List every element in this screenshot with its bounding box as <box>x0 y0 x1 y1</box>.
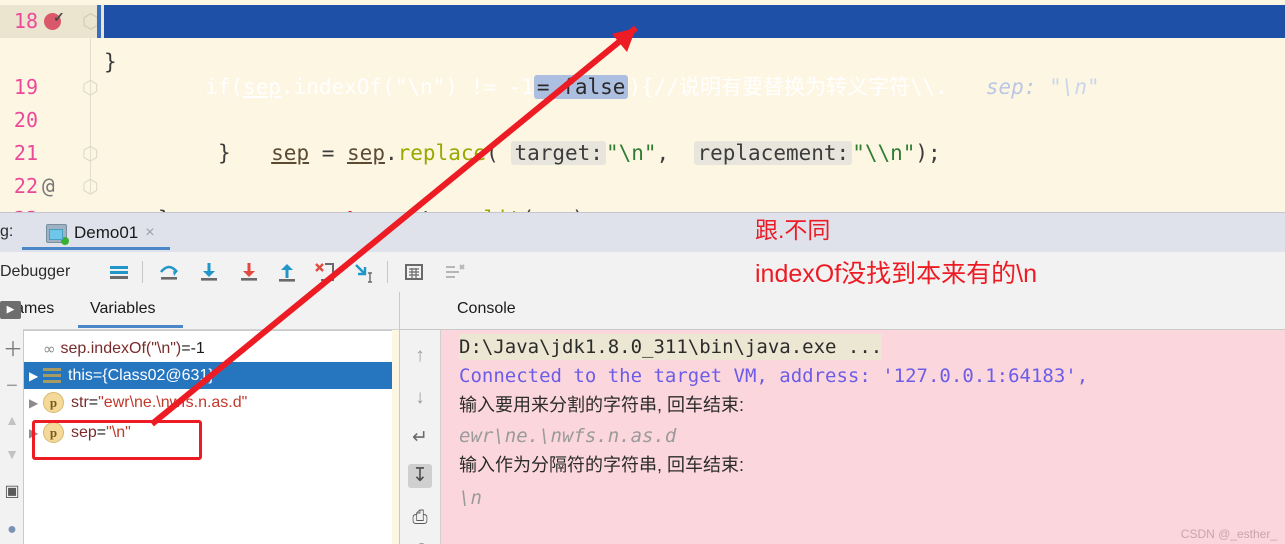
close-icon[interactable]: × <box>145 224 154 242</box>
run-tab-label: Demo01 <box>74 223 139 242</box>
move-down-icon[interactable]: ▼ <box>3 445 21 463</box>
force-step-into-icon[interactable] <box>237 260 261 284</box>
debug-panes-tabbar: Frames Variables ▶ Console <box>0 292 1285 330</box>
show-execution-point-icon[interactable] <box>107 260 131 284</box>
code-line-19[interactable]: 19 sep = sep.replace( target: "\n", repla… <box>0 38 1285 165</box>
run-to-cursor-icon[interactable] <box>351 260 375 284</box>
drop-frame-icon[interactable] <box>313 260 337 284</box>
console-line-prompt: 输入要用来分割的字符串, 回车结束: <box>459 395 745 415</box>
console-left-toolbar: ↑ ↓ ↵ ↧ ⎙ ⎙ <box>400 329 441 544</box>
console-output[interactable]: D:\Java\jdk1.8.0_311\bin\java.exe ... Co… <box>441 329 1285 544</box>
tab-console[interactable]: Console <box>457 300 516 318</box>
print-icon[interactable]: ⎙ <box>408 506 432 530</box>
line-number: 23 <box>0 203 38 212</box>
console-line-user-input: \n <box>459 487 482 509</box>
step-into-icon[interactable] <box>197 260 221 284</box>
debugger-toolbar: Debugger <box>0 252 1285 293</box>
equals-sign: = <box>181 339 191 357</box>
annotation-note-line-1: 跟.不同 <box>755 217 831 243</box>
step-out-icon[interactable] <box>275 260 299 284</box>
console-line-user-input: ewr\ne.\nwfs.n.as.d <box>459 425 677 447</box>
variable-value: {Class02@631} <box>102 366 214 384</box>
application-icon <box>46 223 69 245</box>
variable-value: "ewr\ne.\nwfs.n.as.d" <box>98 393 248 411</box>
debugger-pane-title[interactable]: Debugger <box>0 263 70 281</box>
debug-window-label: g: <box>0 223 14 240</box>
console-icon[interactable]: ▶ <box>0 301 21 319</box>
code-line-23[interactable]: 23 @ public char[] toChar(String[] str){ <box>0 170 1285 212</box>
variable-name: str <box>71 393 89 411</box>
run-configuration-tab-demo01[interactable]: Demo01 × <box>38 215 163 251</box>
p-badge-icon: p <box>43 392 64 413</box>
expand-arrow-icon[interactable]: ▶ <box>29 396 43 410</box>
execution-point-marker <box>97 5 101 38</box>
watermark: CSDN @_esther_ <box>1180 527 1277 541</box>
code-line-22[interactable]: 22 } <box>0 137 1285 212</box>
inspect-icon[interactable]: ● <box>3 521 21 539</box>
annotation-highlight-box-sep <box>32 420 202 460</box>
fold-collapse-icon[interactable]: ⬡ <box>82 176 99 199</box>
line-number: 18 <box>13 9 38 33</box>
clear-all-icon[interactable]: ⎙ <box>408 540 432 544</box>
active-tab-underline <box>22 247 170 250</box>
remove-watch-icon[interactable]: − <box>3 376 21 396</box>
equals-sign: = <box>92 366 103 384</box>
toolbar-separator <box>387 261 388 283</box>
scroll-down-icon[interactable]: ↓ <box>408 386 432 410</box>
fold-collapse-icon[interactable]: ⬡ <box>82 77 99 100</box>
copy-value-icon[interactable]: ▣ <box>3 483 21 501</box>
variable-name: this <box>68 366 93 384</box>
tab-variables[interactable]: Variables <box>90 300 156 318</box>
mute-breakpoints-icon[interactable] <box>442 260 466 284</box>
console-line-system: Connected to the target VM, address: '12… <box>459 365 1089 387</box>
watch-value: -1 <box>190 339 205 357</box>
soft-wrap-icon[interactable]: ↵ <box>408 426 432 450</box>
ide-debug-screenshot: 17 } if(sep.indexOf("\n") != -1= false){… <box>0 0 1285 544</box>
variable-row-this[interactable]: ▶ this = {Class02@631} <box>24 362 392 389</box>
code-line-18-current[interactable]: if(sep.indexOf("\n") != -1 = false){//说明有… <box>104 5 1285 99</box>
console-line-prompt: 输入作为分隔符的字符串, 回车结束: <box>459 455 745 475</box>
variables-left-toolbar: ＋ − ▲ ▼ ▣ ● <box>0 329 24 544</box>
code-line-20[interactable]: 20 } <box>0 71 1285 165</box>
move-up-icon[interactable]: ▲ <box>3 411 21 429</box>
code-line-21[interactable]: 21 return str.split(sep); <box>0 104 1285 212</box>
scroll-to-end-icon[interactable]: ↧ <box>408 464 432 488</box>
expand-arrow-icon[interactable]: ▶ <box>29 369 43 383</box>
add-watch-icon[interactable]: ＋ <box>3 340 23 360</box>
toolbar-separator <box>142 261 143 283</box>
debug-tool-window-tabbar: g: Demo01 × <box>0 212 1285 253</box>
breakpoint-verified-check-icon: ✓ <box>53 9 65 25</box>
console-line-command: D:\Java\jdk1.8.0_311\bin\java.exe ... <box>459 334 883 360</box>
watch-expression: sep.indexOf("\n") <box>60 339 182 357</box>
fold-collapse-icon[interactable]: ⬡ <box>82 143 99 166</box>
annotation-note-line-2: indexOf没找到本来有的\n <box>755 260 1038 288</box>
equals-sign: = <box>88 393 99 411</box>
evaluate-expression-icon[interactable] <box>402 260 426 284</box>
scroll-up-icon[interactable]: ↑ <box>408 344 432 368</box>
lines-icon <box>43 368 61 383</box>
variable-row-str[interactable]: ▶ p str = "ewr\ne.\nwfs.n.as.d" <box>24 389 392 416</box>
active-pane-underline <box>78 325 183 328</box>
step-over-icon[interactable] <box>157 260 181 284</box>
variable-row-watch[interactable]: ∞ sep.indexOf("\n") = -1 <box>24 335 392 362</box>
code-editor[interactable]: 17 } if(sep.indexOf("\n") != -1= false){… <box>0 0 1285 212</box>
glasses-icon: ∞ <box>43 339 55 358</box>
